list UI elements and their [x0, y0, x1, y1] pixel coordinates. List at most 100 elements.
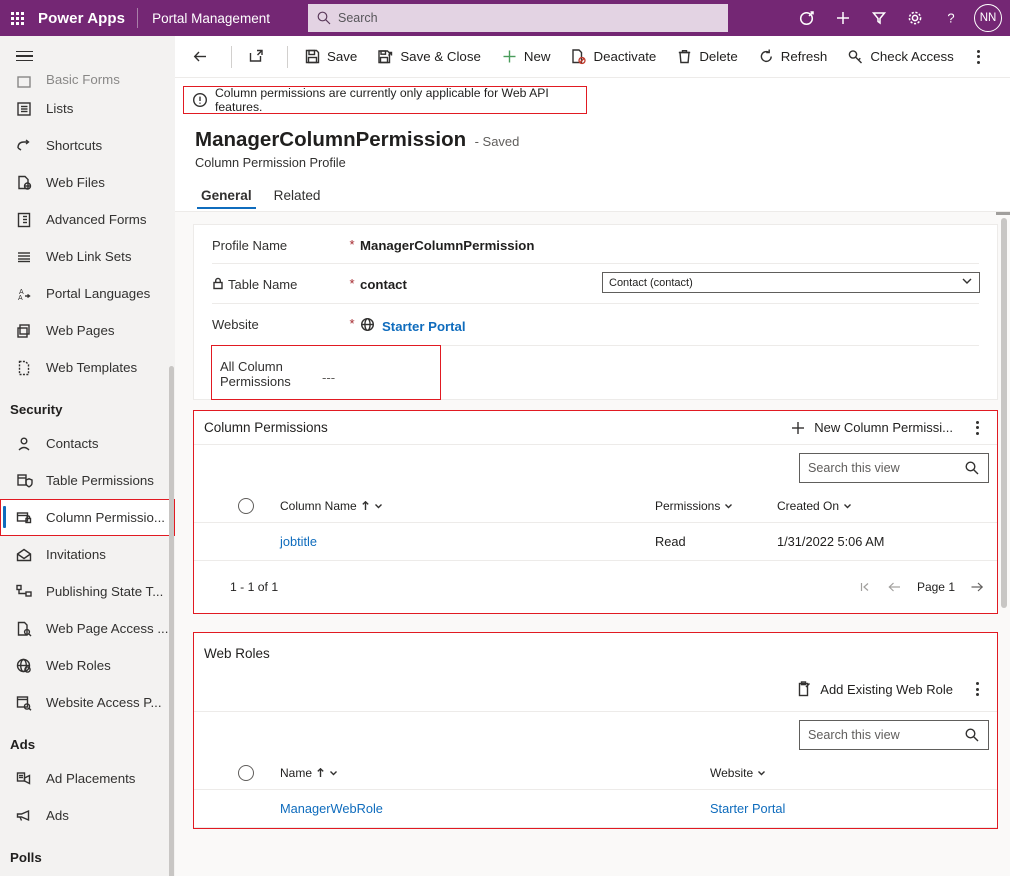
grid-column-created-on[interactable]: Created On	[777, 499, 852, 513]
svg-text:?: ?	[947, 11, 954, 26]
website-value-link[interactable]: Starter Portal	[360, 316, 466, 335]
check-access-button[interactable]: Check Access	[838, 41, 963, 73]
sidebar-item-shortcuts[interactable]: Shortcuts	[0, 127, 175, 164]
sidebar-item-web-templates[interactable]: Web Templates	[0, 349, 175, 386]
previous-page-button[interactable]	[887, 581, 903, 593]
sidebar-item-label: Table Permissions	[46, 473, 154, 488]
sidebar-item-portal-languages[interactable]: AA Portal Languages	[0, 275, 175, 312]
sidebar-item-lists[interactable]: Lists	[0, 90, 175, 127]
refresh-button[interactable]: Refresh	[749, 41, 837, 73]
sidebar-item-web-files[interactable]: Web Files	[0, 164, 175, 201]
first-page-button[interactable]	[859, 581, 873, 593]
select-all-checkbox[interactable]	[238, 497, 254, 514]
sidebar-item-table-permissions[interactable]: Table Permissions	[0, 462, 175, 499]
web-roles-search-input[interactable]: Search this view	[799, 720, 989, 750]
check-access-label: Check Access	[870, 49, 954, 64]
sidebar-item-ads[interactable]: Ads	[0, 797, 175, 834]
popout-icon	[248, 48, 265, 65]
next-page-button[interactable]	[969, 581, 985, 593]
save-and-close-label: Save & Close	[400, 49, 481, 64]
page-title: ManagerColumnPermission	[195, 128, 467, 151]
subgrid-overflow-button[interactable]	[963, 673, 991, 705]
sidebar-item-website-access-permissions[interactable]: Website Access P...	[0, 684, 175, 721]
select-all-checkbox[interactable]	[238, 764, 254, 781]
required-indicator: *	[349, 237, 355, 252]
search-icon	[964, 727, 980, 743]
grid-column-website[interactable]: Website	[710, 766, 766, 780]
sidebar-item-contacts[interactable]: Contacts	[0, 425, 175, 462]
funnel-icon[interactable]	[862, 0, 896, 36]
add-existing-web-role-button[interactable]: Add Existing Web Role	[788, 675, 961, 703]
sidebar-item-column-permissions[interactable]: Column Permissio...	[0, 499, 175, 536]
basic-forms-icon	[14, 72, 34, 92]
sidebar-group-ads: Ads	[10, 737, 36, 752]
deactivate-button[interactable]: Deactivate	[561, 41, 665, 73]
sidebar-item-web-pages[interactable]: Web Pages	[0, 312, 175, 349]
delete-button[interactable]: Delete	[667, 41, 746, 73]
back-button[interactable]	[183, 41, 224, 73]
app-name-label[interactable]: Portal Management	[138, 11, 284, 26]
record-count-label: 1 - 1 of 1	[230, 580, 279, 594]
save-button[interactable]: Save	[295, 41, 366, 73]
sidebar-item-invitations[interactable]: Invitations	[0, 536, 175, 573]
brand-label[interactable]: Power Apps	[34, 10, 137, 27]
plus-icon	[501, 48, 518, 65]
field-label: Table Name	[212, 276, 344, 293]
record-header: ManagerColumnPermission - Saved Column P…	[175, 114, 1010, 170]
help-icon[interactable]: ?	[934, 0, 968, 36]
subgrid-overflow-button[interactable]	[963, 412, 991, 444]
web-link-sets-icon	[14, 247, 34, 267]
sidebar-scrollbar[interactable]	[169, 366, 174, 876]
plus-icon[interactable]	[826, 0, 860, 36]
save-and-close-button[interactable]: Save & Close	[368, 41, 490, 73]
column-header-label: Website	[710, 765, 754, 780]
sidebar-item-ad-placements[interactable]: Ad Placements	[0, 760, 175, 797]
grid-column-name[interactable]: Name	[280, 766, 710, 780]
sidebar-item-web-page-access-rules[interactable]: Web Page Access ...	[0, 610, 175, 647]
web-roles-subgrid: Web Roles Add Existing Web Role Search t…	[193, 632, 998, 829]
sidebar-item-label: Shortcuts	[46, 138, 103, 153]
chevron-down-icon	[758, 770, 766, 775]
cell-column-name[interactable]: jobtitle	[280, 534, 655, 549]
cell-website[interactable]: Starter Portal	[710, 801, 785, 816]
general-field-card: Profile Name * ManagerColumnPermission T…	[193, 224, 998, 400]
avatar[interactable]: NN	[974, 4, 1002, 32]
field-all-column-permissions: All Column Permissions ---	[211, 345, 441, 400]
save-state-label: - Saved	[474, 134, 520, 149]
new-column-permission-button[interactable]: New Column Permissi...	[782, 414, 961, 442]
web-template-icon	[14, 358, 34, 378]
sidebar-item-web-link-sets[interactable]: Web Link Sets	[0, 238, 175, 275]
all-column-permissions-value[interactable]: ---	[322, 358, 335, 385]
new-button[interactable]: New	[492, 41, 560, 73]
popout-button[interactable]	[239, 41, 280, 73]
tab-general[interactable]: General	[195, 184, 258, 211]
table-row[interactable]: ManagerWebRole Starter Portal	[194, 790, 997, 828]
global-search-placeholder: Search	[338, 11, 378, 25]
gear-icon[interactable]	[898, 0, 932, 36]
column-permissions-search-input[interactable]: Search this view	[799, 453, 989, 483]
command-overflow-button[interactable]	[965, 41, 993, 73]
sidebar-item-publishing-state-transitions[interactable]: Publishing State T...	[0, 573, 175, 610]
sidebar-item-web-roles[interactable]: Web Roles	[0, 647, 175, 684]
sidebar-item-advanced-forms[interactable]: Advanced Forms	[0, 201, 175, 238]
tab-related[interactable]: Related	[268, 184, 327, 211]
new-column-permission-label: New Column Permissi...	[814, 420, 953, 435]
app-launcher-button[interactable]	[0, 0, 34, 36]
web-page-access-icon	[14, 619, 34, 639]
grid-column-column-name[interactable]: Column Name	[280, 499, 655, 513]
chevron-down-icon	[374, 503, 382, 508]
sitemap-toggle-button[interactable]	[4, 36, 44, 76]
sidebar-item-label: Advanced Forms	[46, 212, 147, 227]
profile-name-value[interactable]: ManagerColumnPermission	[360, 237, 534, 253]
command-bar: Save Save & Close New Deactivate Delete …	[175, 36, 1010, 78]
cell-name[interactable]: ManagerWebRole	[280, 801, 710, 816]
subgrid-actions: New Column Permissi...	[782, 412, 991, 444]
table-name-lookup-select[interactable]: Contact (contact)	[602, 272, 980, 293]
pin-filter-icon[interactable]	[790, 0, 824, 36]
grid-column-permissions[interactable]: Permissions	[655, 499, 777, 513]
form-scrollbar[interactable]	[1001, 218, 1007, 608]
table-row[interactable]: jobtitle Read 1/31/2022 5:06 AM	[194, 523, 997, 561]
cell-created-on: 1/31/2022 5:06 AM	[777, 534, 885, 549]
global-search-box[interactable]: Search	[308, 4, 728, 32]
sidebar-item-basic-forms[interactable]: Basic Forms	[0, 72, 175, 90]
